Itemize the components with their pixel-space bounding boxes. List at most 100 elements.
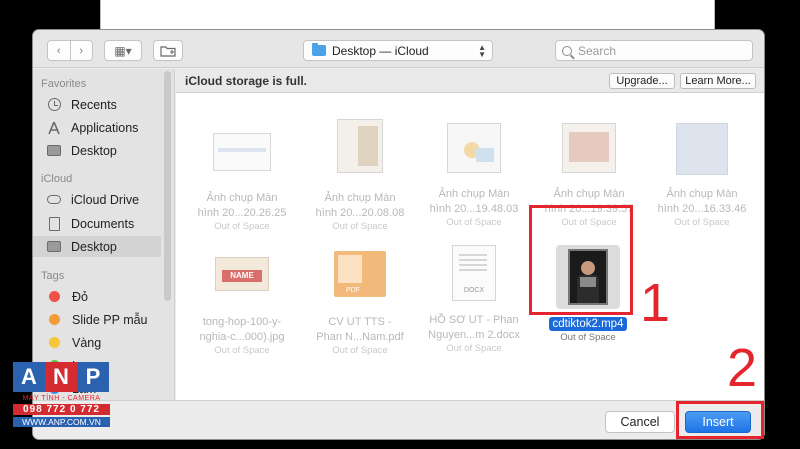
file-name-line1: Ảnh chụp Màn: [324, 192, 396, 204]
pdf-file-icon: PDF: [334, 251, 386, 297]
file-item[interactable]: Ảnh chụp Màn hình 20...20.08.08 Out of Sp…: [304, 119, 416, 233]
sidebar-item-desktop[interactable]: Desktop: [33, 140, 161, 161]
file-name-line1: CV UT TTS -: [328, 316, 392, 328]
sidebar-item-label: Slide PP mẫu: [72, 312, 148, 327]
selected-file-name: cdtiktok2.mp4: [548, 317, 628, 331]
anp-logo: A N P: [13, 362, 110, 392]
anp-watermark: A N P MÁY TÍNH - CAMERA 098 772 0 772 WW…: [13, 362, 110, 438]
file-item[interactable]: Ảnh chụp Màn hình 20...20.26.25 Out of Sp…: [186, 133, 298, 233]
sidebar-item-applications[interactable]: Applications: [33, 117, 161, 138]
sidebar-item-icloud-desktop[interactable]: Desktop: [33, 236, 161, 257]
file-item[interactable]: Ảnh chụp Màn hình 20...19.48.03 Out of Sp…: [418, 123, 530, 229]
file-status: Out of Space: [332, 221, 388, 232]
image-thumbnail: [676, 123, 728, 175]
image-thumbnail: [447, 123, 501, 173]
image-thumbnail: [562, 123, 616, 173]
location-popup[interactable]: Desktop — iCloud ▲ ▼: [303, 40, 493, 61]
logo-letter: A: [13, 362, 45, 392]
nav-buttons: ‹ ›: [47, 40, 93, 61]
clock-icon: [47, 98, 61, 111]
view-mode-button[interactable]: ▦▾: [104, 40, 142, 61]
file-item[interactable]: DOCX HỒ SƠ UT - Phan Nguyen...m 2.docx Ou…: [418, 245, 530, 355]
new-folder-button[interactable]: [153, 40, 183, 61]
new-folder-icon: [160, 45, 176, 57]
sidebar-tag-red[interactable]: Đỏ: [33, 286, 161, 307]
docx-file-icon: DOCX: [452, 245, 496, 301]
dialog-footer: Cancel Insert: [33, 400, 764, 439]
tag-dot-icon: [49, 337, 60, 348]
file-status: Out of Space: [214, 345, 270, 356]
chevron-updown-icon: ▲ ▼: [478, 43, 486, 59]
learn-more-button[interactable]: Learn More...: [680, 73, 756, 89]
sidebar-item-label: Desktop: [71, 239, 117, 254]
sidebar-item-icloud-drive[interactable]: iCloud Drive: [33, 189, 161, 210]
file-item[interactable]: NAME tong-hop-100-y-nghia-c...000).jpg O…: [186, 257, 298, 357]
file-status: Out of Space: [674, 217, 730, 228]
file-name-line2: hình 20...20.08.08: [315, 207, 405, 219]
sidebar-item-label: Applications: [71, 120, 139, 135]
sidebar-item-label: Documents: [71, 216, 135, 231]
file-name-line2: hình 20...19.48.03: [429, 203, 519, 215]
file-item[interactable]: PDF CV UT TTS - Phan N...Nam.pdf Out of S…: [304, 251, 416, 357]
file-status: Out of Space: [214, 221, 270, 232]
applications-icon: [47, 121, 61, 135]
document-icon: [48, 216, 60, 231]
cloud-icon: [47, 195, 61, 204]
thumb-label: DOCX: [463, 287, 485, 294]
file-status: Out of Space: [560, 332, 616, 343]
file-name-line1: Ảnh chụp Màn: [553, 188, 625, 200]
sidebar-item-label: iCloud Drive: [71, 192, 140, 207]
file-name-line1: HỒ SƠ UT - Phan: [429, 314, 519, 326]
step-number-2: 2: [727, 338, 758, 398]
image-thumbnail: NAME: [215, 257, 269, 291]
toolbar: ‹ › ▦▾ Desktop — iCloud ▲ ▼ Search: [33, 30, 764, 68]
storage-notice-text: iCloud storage is full.: [185, 74, 308, 88]
location-label: Desktop — iCloud: [332, 43, 429, 58]
sidebar-item-label: Desktop: [71, 143, 117, 158]
tags-heading: Tags: [41, 270, 65, 282]
tag-dot-icon: [49, 314, 60, 325]
step-number-1: 1: [640, 273, 671, 333]
highlight-selected-file: [529, 205, 633, 315]
sidebar: Favorites Recents Applications Desktop i…: [33, 69, 175, 400]
sidebar-item-documents[interactable]: Documents: [33, 213, 161, 234]
file-name-line2: hình 20...16.33.46: [657, 203, 747, 215]
sidebar-tag-slide[interactable]: Slide PP mẫu: [33, 309, 161, 330]
file-status: Out of Space: [446, 343, 502, 354]
sidebar-item-recents[interactable]: Recents: [33, 94, 161, 115]
tag-dot-icon: [49, 291, 60, 302]
file-name-line1: tong-hop-100-y-: [202, 316, 282, 328]
file-picker-dialog: ‹ › ▦▾ Desktop — iCloud ▲ ▼ Search Favori…: [33, 30, 764, 439]
highlight-insert-button: [676, 401, 764, 439]
favorites-heading: Favorites: [41, 78, 87, 90]
icloud-heading: iCloud: [41, 173, 73, 185]
forward-button[interactable]: ›: [69, 41, 93, 60]
file-item[interactable]: Ảnh chụp Màn hình 20...16.33.46 Out of Sp…: [646, 123, 758, 229]
file-browser: iCloud storage is full. Upgrade... Learn…: [176, 69, 764, 400]
file-name-line2: hình 20...20.26.25: [197, 207, 287, 219]
watermark-website: WWW.ANP.COM.VN: [13, 417, 110, 427]
file-name-line1: Ảnh chụp Màn: [206, 192, 278, 204]
watermark-phone: 098 772 0 772: [13, 404, 110, 415]
desktop-icon: [47, 145, 61, 156]
file-status: Out of Space: [446, 217, 502, 228]
search-placeholder: Search: [578, 43, 617, 58]
file-name-line2: nghia-c...000).jpg: [199, 331, 285, 343]
image-thumbnail: [337, 119, 383, 173]
storage-notice-bar: iCloud storage is full. Upgrade... Learn…: [176, 69, 764, 93]
upgrade-button[interactable]: Upgrade...: [609, 73, 675, 89]
folder-icon: [312, 43, 326, 56]
thumb-label: PDF: [346, 287, 360, 294]
image-thumbnail: [213, 133, 271, 171]
thumb-label: NAME: [222, 270, 262, 282]
sidebar-scrollbar[interactable]: [164, 71, 171, 301]
watermark-tagline: MÁY TÍNH - CAMERA: [22, 395, 101, 402]
cancel-button[interactable]: Cancel: [605, 411, 675, 433]
file-name-line2: Nguyen...m 2.docx: [428, 329, 520, 341]
file-name-line2: Phan N...Nam.pdf: [316, 331, 404, 343]
background-document: [100, 0, 715, 30]
back-button[interactable]: ‹: [48, 41, 70, 60]
file-status: Out of Space: [332, 345, 388, 356]
search-field[interactable]: Search: [555, 40, 753, 61]
sidebar-tag-yellow[interactable]: Vàng: [33, 332, 161, 353]
